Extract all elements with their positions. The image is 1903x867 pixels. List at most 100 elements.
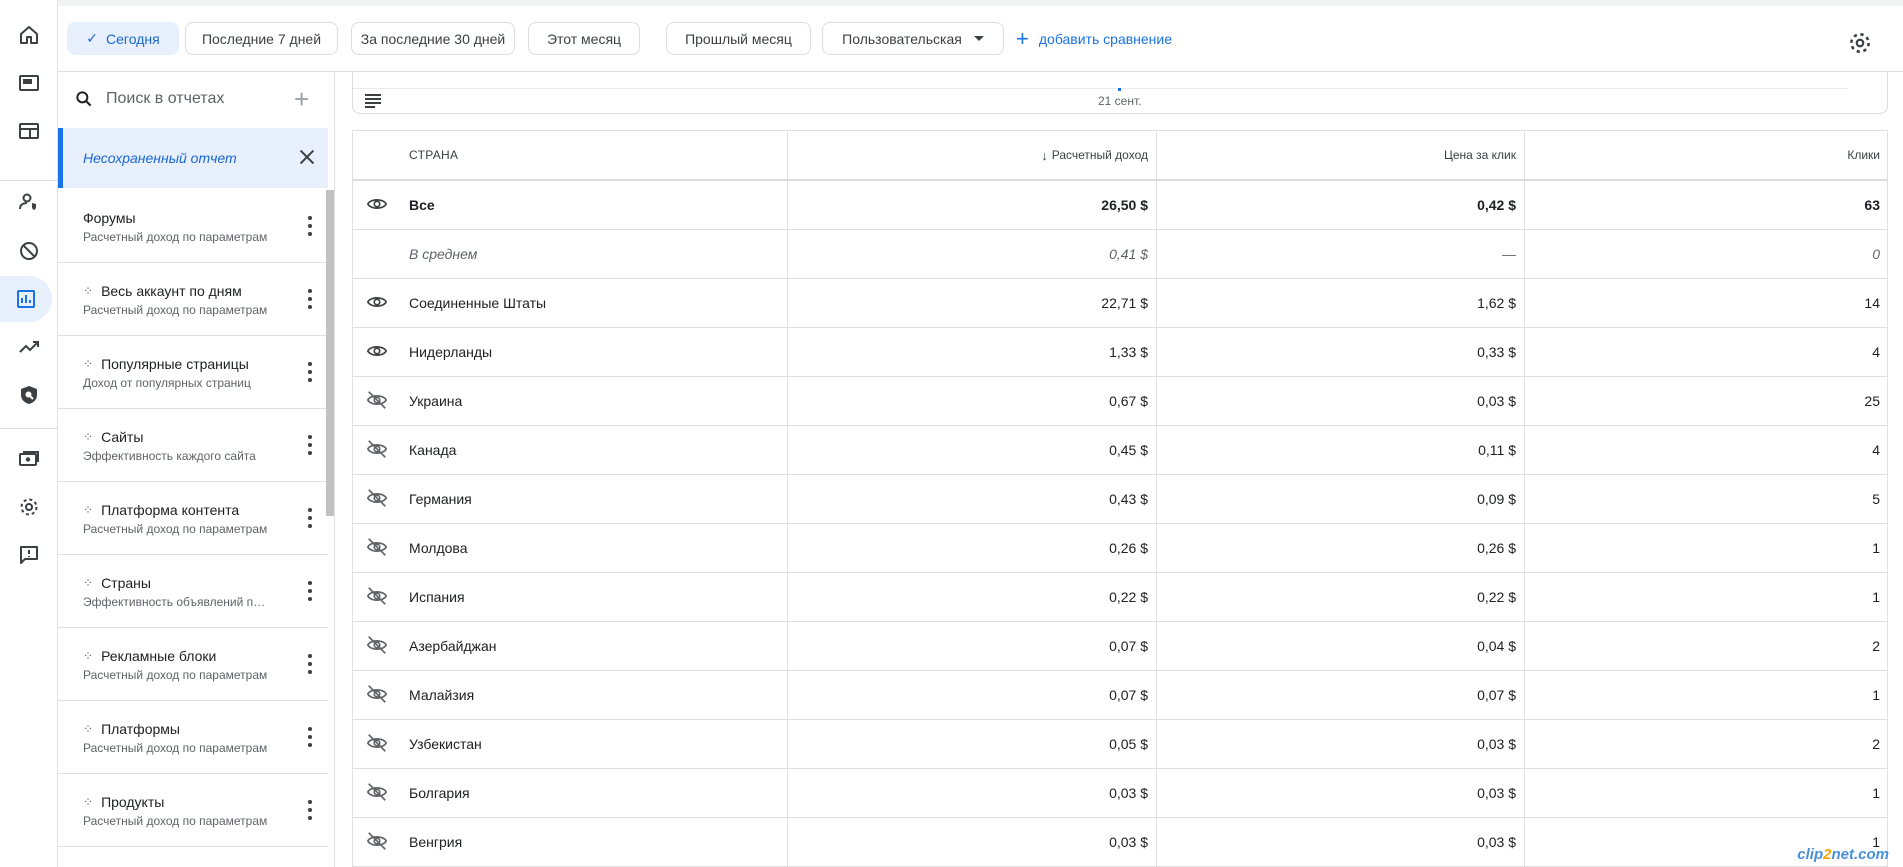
sidebar-scrollbar[interactable]	[326, 190, 334, 516]
visibility-off-icon[interactable]	[366, 487, 388, 512]
visibility-off-icon[interactable]	[366, 389, 388, 414]
feedback-icon[interactable]	[0, 532, 58, 578]
clicks-cell: 1	[1524, 524, 1888, 572]
report-name-text: Платформы	[101, 721, 180, 737]
more-vert-icon[interactable]	[308, 216, 312, 236]
privacy-user-icon[interactable]	[0, 179, 58, 225]
payments-icon[interactable]	[0, 436, 58, 482]
block-icon[interactable]	[0, 228, 58, 274]
report-item[interactable]: ⁘ Платформа контента Расчетный доход по па…	[58, 482, 328, 555]
add-comparison-button[interactable]: + добавить сравнение	[1016, 22, 1172, 55]
report-item[interactable]: ⁘ Популярные страницы Доход от популярных …	[58, 336, 328, 409]
visibility-off-icon[interactable]	[366, 536, 388, 561]
chip-last-30-days[interactable]: За последние 30 дней	[351, 22, 515, 55]
table-average-row[interactable]: В среднем 0,41 $ —0	[353, 230, 1887, 279]
cpc-cell: 0,04 $	[1156, 622, 1524, 670]
close-icon[interactable]	[296, 146, 318, 168]
report-description: Расчетный доход по параметрам	[83, 668, 268, 682]
table-row[interactable]: Узбекистан 0,05 $0,03 $2	[353, 720, 1887, 769]
cpc-cell: 0,03 $	[1156, 769, 1524, 817]
country-cell: Канада	[409, 442, 457, 458]
table-row[interactable]: Испания 0,22 $0,22 $1	[353, 573, 1887, 622]
revenue-cell: 0,03 $	[787, 818, 1156, 866]
revenue-cell: 0,03 $	[787, 769, 1156, 817]
table-row[interactable]: Малайзия 0,07 $0,07 $1	[353, 671, 1887, 720]
cpc-cell: 0,22 $	[1156, 573, 1524, 621]
home-icon[interactable]	[0, 12, 58, 58]
header-clicks[interactable]: Клики	[1524, 131, 1888, 179]
unsaved-report-label: Несохраненный отчет	[83, 150, 237, 166]
table-row[interactable]: Болгария 0,03 $0,03 $1	[353, 769, 1887, 818]
saved-reports-list: Форумы Расчетный доход по параметрам ⁘ Весь…	[58, 190, 328, 847]
add-report-icon[interactable]: +	[294, 86, 309, 112]
report-item[interactable]: ⁘ Страны Эффективность объявлений по стран…	[58, 555, 328, 628]
report-search: +	[58, 72, 334, 126]
more-vert-icon[interactable]	[308, 581, 312, 601]
header-country[interactable]: Страна	[409, 131, 789, 179]
visibility-icon[interactable]	[366, 291, 388, 316]
ads-layout-icon[interactable]	[0, 108, 58, 154]
visibility-icon[interactable]	[366, 193, 388, 218]
gear-icon[interactable]	[1847, 30, 1873, 56]
sites-icon[interactable]	[0, 60, 58, 106]
report-item[interactable]: Форумы Расчетный доход по параметрам	[58, 190, 328, 263]
clicks-cell: 0	[1524, 230, 1888, 278]
more-vert-icon[interactable]	[308, 654, 312, 674]
sparkle-icon: ⁘	[83, 430, 94, 444]
chip-last-7-days[interactable]: Последние 7 дней	[185, 22, 338, 55]
table-row[interactable]: Германия 0,43 $0,09 $5	[353, 475, 1887, 524]
more-vert-icon[interactable]	[308, 800, 312, 820]
reports-icon[interactable]	[0, 276, 52, 322]
clicks-cell: 2	[1524, 622, 1888, 670]
chip-today[interactable]: ✓ Сегодня	[67, 22, 179, 55]
table-total-row[interactable]: Все 26,50 $0,42 $63	[353, 181, 1887, 230]
visibility-off-icon[interactable]	[366, 683, 388, 708]
row-visibility-cell	[353, 181, 401, 229]
table-row[interactable]: Соединенные Штаты 22,71 $1,62 $14	[353, 279, 1887, 328]
visibility-off-icon[interactable]	[366, 732, 388, 757]
legend-toggle-icon[interactable]	[365, 94, 381, 108]
report-item[interactable]: ⁘ Весь аккаунт по дням Расчетный доход по …	[58, 263, 328, 336]
visibility-off-icon[interactable]	[366, 634, 388, 659]
more-vert-icon[interactable]	[308, 289, 312, 309]
table-row[interactable]: Азербайджан 0,07 $0,04 $2	[353, 622, 1887, 671]
table-row[interactable]: Канада 0,45 $0,11 $4	[353, 426, 1887, 475]
visibility-icon[interactable]	[366, 340, 388, 365]
report-item[interactable]: ⁘ Продукты Расчетный доход по параметрам	[58, 774, 328, 847]
unsaved-report-item[interactable]: Несохраненный отчет	[58, 128, 328, 188]
more-vert-icon[interactable]	[308, 362, 312, 382]
table-row[interactable]: Нидерланды 1,33 $0,33 $4	[353, 328, 1887, 377]
trending-icon[interactable]	[0, 324, 58, 370]
table-row[interactable]: Украина 0,67 $0,03 $25	[353, 377, 1887, 426]
cpc-cell: —	[1156, 230, 1524, 278]
sparkle-icon: ⁘	[83, 284, 94, 298]
caret-down-icon	[973, 36, 984, 41]
clicks-cell: 5	[1524, 475, 1888, 523]
row-visibility-cell	[353, 475, 401, 523]
settings-icon[interactable]	[0, 484, 58, 530]
more-vert-icon[interactable]	[308, 508, 312, 528]
chip-custom-dropdown[interactable]: Пользовательская	[822, 22, 1004, 55]
policy-shield-icon[interactable]	[0, 372, 58, 418]
report-item[interactable]: ⁘ Платформы Расчетный доход по параметрам	[58, 701, 328, 774]
cpc-cell: 0,03 $	[1156, 377, 1524, 425]
more-vert-icon[interactable]	[308, 727, 312, 747]
header-revenue-sorted[interactable]: ↓ Расчетный доход	[787, 131, 1156, 179]
table-row[interactable]: Венгрия 0,03 $0,03 $1	[353, 818, 1887, 867]
chip-this-month[interactable]: Этот месяц	[528, 22, 640, 55]
visibility-off-icon[interactable]	[366, 781, 388, 806]
header-cpc[interactable]: Цена за клик	[1156, 131, 1524, 179]
row-visibility-cell	[353, 328, 401, 376]
more-vert-icon[interactable]	[308, 435, 312, 455]
row-visibility-cell	[353, 230, 401, 278]
visibility-off-icon[interactable]	[366, 438, 388, 463]
table-row[interactable]: Молдова 0,26 $0,26 $1	[353, 524, 1887, 573]
revenue-cell: 0,41 $	[787, 230, 1156, 278]
report-name-text: Рекламные блоки	[101, 648, 217, 664]
search-input[interactable]	[106, 86, 286, 112]
report-item[interactable]: ⁘ Сайты Эффективность каждого сайта	[58, 409, 328, 482]
chip-last-month[interactable]: Прошлый месяц	[666, 22, 811, 55]
report-item[interactable]: ⁘ Рекламные блоки Расчетный доход по парам…	[58, 628, 328, 701]
visibility-off-icon[interactable]	[366, 585, 388, 610]
visibility-off-icon[interactable]	[366, 830, 388, 855]
